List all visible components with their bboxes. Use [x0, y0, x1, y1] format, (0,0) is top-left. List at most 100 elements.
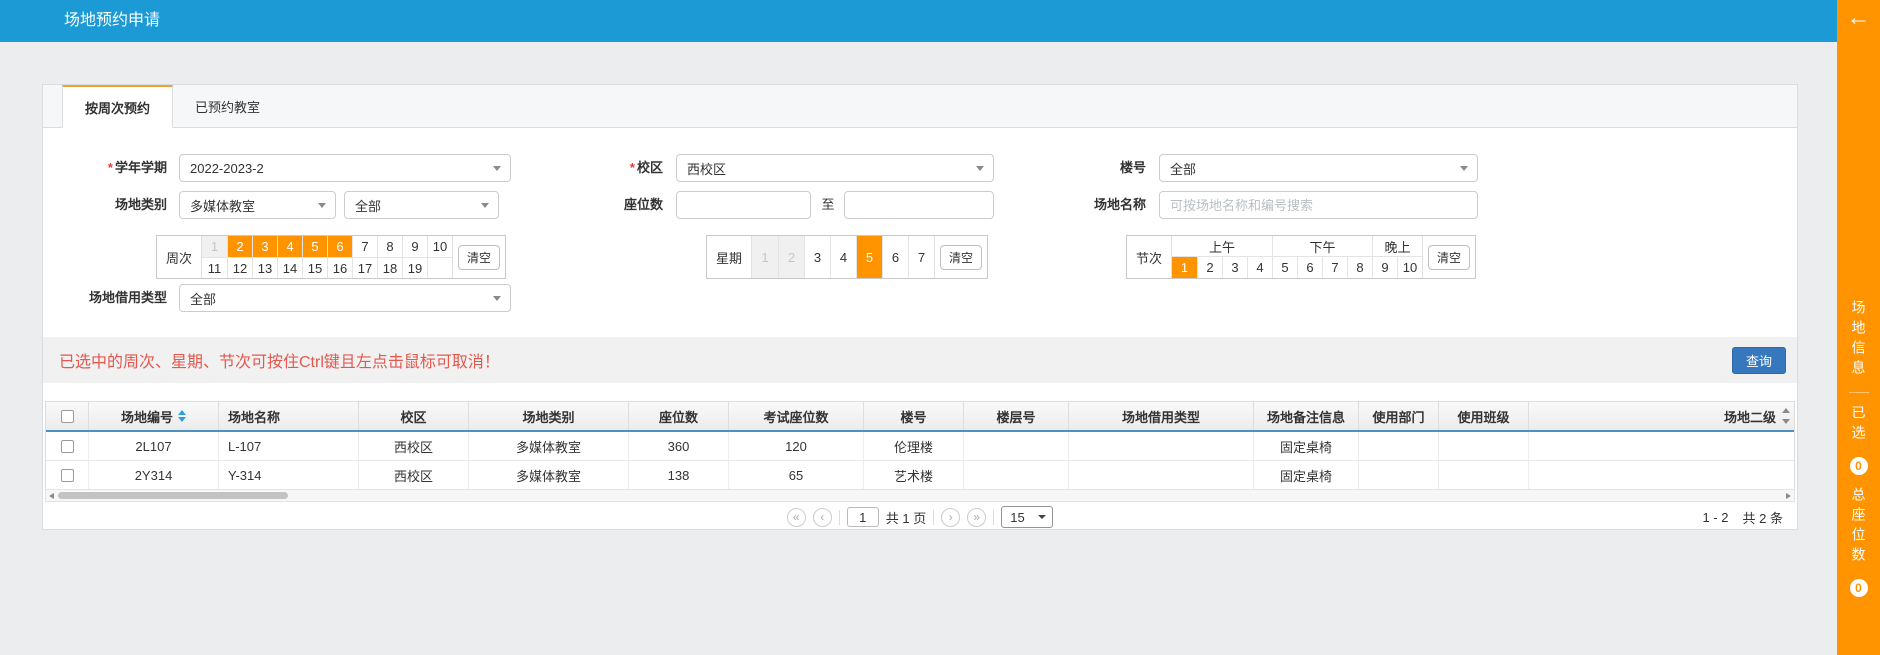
scroll-down-icon[interactable] [1782, 419, 1790, 424]
column-header-borrow-type[interactable]: 场地借用类型 [1068, 402, 1253, 430]
pager-divider [933, 510, 934, 525]
select-all-checkbox[interactable] [61, 410, 74, 423]
period-cell-10[interactable]: 10 [1397, 257, 1422, 278]
day-cell-6[interactable]: 6 [882, 236, 908, 278]
period-cell-1[interactable]: 1 [1172, 257, 1197, 278]
week-cell-2[interactable]: 2 [227, 236, 252, 257]
pager-last-icon[interactable]: » [967, 508, 986, 527]
column-header-building[interactable]: 楼号 [863, 402, 963, 430]
venue-category-label: 场地类别 [73, 191, 167, 219]
period-cell-3[interactable]: 3 [1222, 257, 1247, 278]
day-clear-button[interactable]: 清空 [940, 245, 982, 270]
week-cell-14[interactable]: 14 [277, 257, 302, 278]
column-header-use-class[interactable]: 使用班级 [1438, 402, 1528, 430]
venue-category-select-1[interactable]: 多媒体教室 [179, 191, 336, 219]
week-selector-label: 周次 [157, 236, 202, 278]
seats-from-input[interactable] [676, 191, 811, 219]
page-number-input[interactable] [847, 507, 879, 527]
day-cell-5[interactable]: 5 [856, 236, 882, 278]
period-cell-2[interactable]: 2 [1197, 257, 1222, 278]
horizontal-scrollbar[interactable] [45, 489, 1795, 502]
borrow-type-select[interactable]: 全部 [179, 284, 511, 312]
seats-label: 座位数 [573, 191, 663, 219]
venue-category-select-2[interactable]: 全部 [344, 191, 499, 219]
day-cell-2: 2 [778, 236, 804, 278]
sidebar-item-total-seats[interactable]: 总座位数 [1852, 487, 1866, 567]
column-header-label: 楼层号 [996, 407, 1035, 426]
tab-week-reserve[interactable]: 按周次预约 [62, 85, 173, 128]
period-cell-5[interactable]: 5 [1272, 257, 1297, 278]
scroll-right-icon[interactable] [1786, 493, 1791, 499]
week-cell-5[interactable]: 5 [302, 236, 327, 257]
campus-select[interactable]: 西校区 [676, 154, 994, 182]
borrow-type-label: 场地借用类型 [63, 284, 167, 312]
building-select[interactable]: 全部 [1159, 154, 1478, 182]
week-cell-8[interactable]: 8 [377, 236, 402, 257]
week-cell-6[interactable]: 6 [327, 236, 352, 257]
week-clear-button[interactable]: 清空 [458, 245, 500, 270]
venue-name-input[interactable] [1159, 191, 1478, 219]
pager-next-icon[interactable]: › [941, 508, 960, 527]
column-header-floor[interactable]: 楼层号 [963, 402, 1068, 430]
column-header-seats[interactable]: 座位数 [628, 402, 728, 430]
cell-building: 伦理楼 [863, 432, 963, 460]
row-checkbox[interactable] [61, 440, 74, 453]
sidebar-item-venue-info[interactable]: 场地信息 [1852, 300, 1866, 380]
week-cell-4[interactable]: 4 [277, 236, 302, 257]
week-cell-19[interactable]: 19 [402, 257, 427, 278]
semester-select[interactable]: 2022-2023-2 [179, 154, 511, 182]
cell-use-department [1358, 461, 1438, 490]
table-row[interactable]: 2Y314Y-314西校区多媒体教室13865艺术楼固定桌椅 [46, 461, 1794, 490]
column-header-venue-remark[interactable]: 场地备注信息 [1253, 402, 1358, 430]
cell-select[interactable] [46, 461, 88, 490]
period-cell-6[interactable]: 6 [1297, 257, 1322, 278]
day-cell-4[interactable]: 4 [830, 236, 856, 278]
total-pages-label: 共 1 页 [886, 508, 926, 527]
scroll-up-icon[interactable] [1782, 408, 1790, 413]
week-cell-empty [427, 257, 452, 278]
week-cell-11[interactable]: 11 [202, 257, 227, 278]
seats-to-input[interactable] [844, 191, 994, 219]
cell-borrow-type [1068, 432, 1253, 460]
period-cell-9[interactable]: 9 [1372, 257, 1397, 278]
page-size-select[interactable]: 15 [1001, 506, 1053, 528]
week-cell-15[interactable]: 15 [302, 257, 327, 278]
column-header-campus[interactable]: 校区 [358, 402, 468, 430]
sidebar-item-selected[interactable]: 已选 [1852, 405, 1866, 445]
period-clear-button[interactable]: 清空 [1428, 245, 1470, 270]
pager-first-icon[interactable]: « [787, 508, 806, 527]
week-cell-3[interactable]: 3 [252, 236, 277, 257]
cell-floor [963, 461, 1068, 490]
row-checkbox[interactable] [61, 469, 74, 482]
week-cell-9[interactable]: 9 [402, 236, 427, 257]
week-cell-12[interactable]: 12 [227, 257, 252, 278]
column-header-exam-seats[interactable]: 考试座位数 [728, 402, 863, 430]
semester-select-value: 2022-2023-2 [190, 161, 264, 176]
week-cell-13[interactable]: 13 [252, 257, 277, 278]
tab-reserved-rooms[interactable]: 已预约教室 [173, 85, 282, 128]
column-header-venue-code[interactable]: 场地编号 [88, 402, 218, 430]
back-arrow-icon[interactable]: ← [1837, 5, 1880, 31]
week-cell-16[interactable]: 16 [327, 257, 352, 278]
table-row[interactable]: 2L107L-107西校区多媒体教室360120伦理楼固定桌椅 [46, 432, 1794, 461]
column-header-use-department[interactable]: 使用部门 [1358, 402, 1438, 430]
column-header-venue-category[interactable]: 场地类别 [468, 402, 628, 430]
week-cell-10[interactable]: 10 [427, 236, 452, 257]
period-cell-4[interactable]: 4 [1247, 257, 1272, 278]
cell-select[interactable] [46, 432, 88, 460]
column-header-venue-secondary[interactable]: 场地二级 [1528, 402, 1794, 430]
period-cell-8[interactable]: 8 [1347, 257, 1372, 278]
scroll-left-icon[interactable] [49, 493, 54, 499]
column-header-venue-name[interactable]: 场地名称 [218, 402, 358, 430]
period-cell-7[interactable]: 7 [1322, 257, 1347, 278]
week-cell-7[interactable]: 7 [352, 236, 377, 257]
day-cell-7[interactable]: 7 [908, 236, 934, 278]
scrollbar-thumb[interactable] [58, 492, 288, 499]
content-card: 按周次预约 已预约教室 *学年学期 2022-2023-2 *校区 西校区 楼号… [42, 84, 1798, 530]
sort-icon[interactable] [178, 410, 186, 422]
week-cell-18[interactable]: 18 [377, 257, 402, 278]
day-cell-3[interactable]: 3 [804, 236, 830, 278]
pager-prev-icon[interactable]: ‹ [813, 508, 832, 527]
query-button[interactable]: 查询 [1732, 347, 1786, 374]
week-cell-17[interactable]: 17 [352, 257, 377, 278]
